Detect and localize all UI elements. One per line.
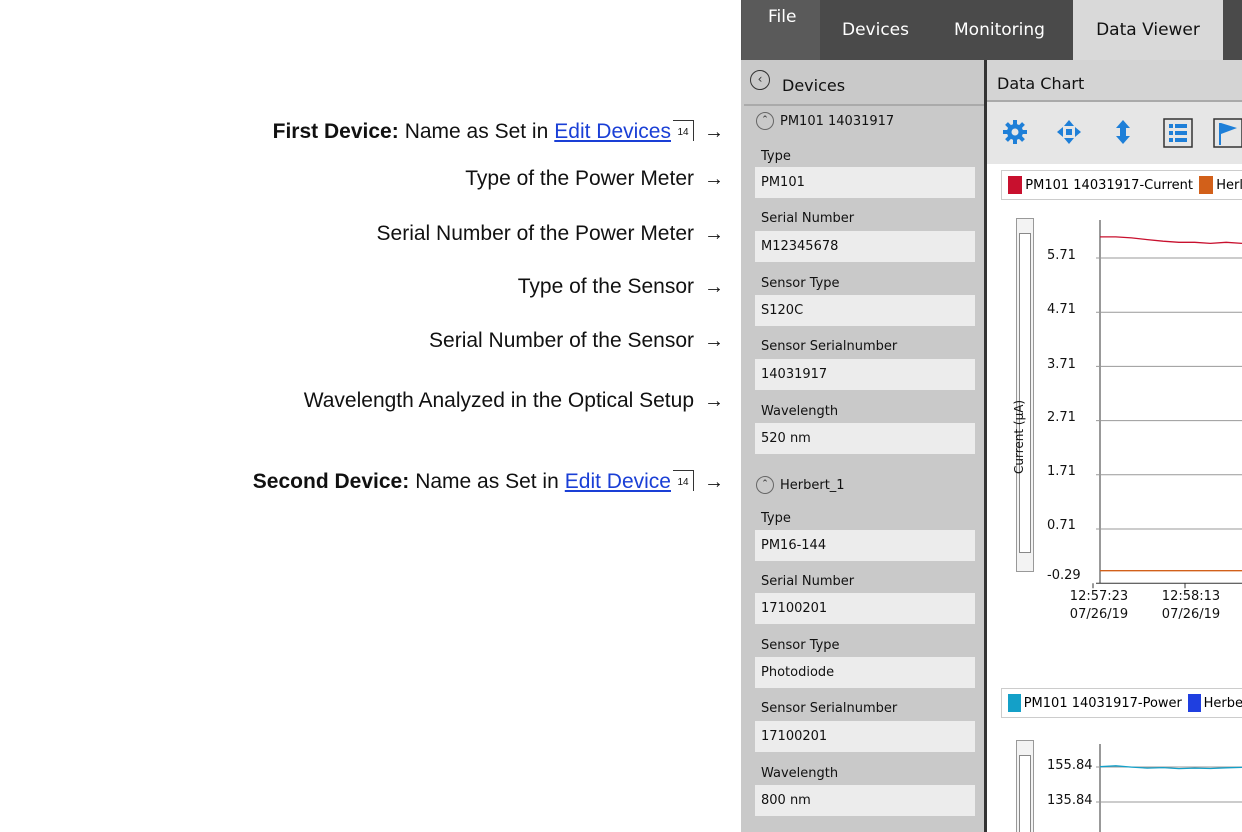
arrow-icon: → (704, 222, 724, 245)
field-label-wavelength: Wavelength (761, 404, 839, 419)
collapse-left-icon[interactable]: ‹ (750, 70, 770, 90)
current-chart: Current (µA) 5.71 4.71 3.71 2.71 1.71 0.… (1001, 200, 1242, 680)
x-tick-time: 12:57:23 (1069, 589, 1129, 604)
field-label-sensor-type: Sensor Type (761, 638, 840, 653)
vertical-zoom-icon[interactable] (1109, 118, 1137, 146)
menu-monitoring[interactable]: Monitoring (954, 0, 1045, 60)
field-label-sensor-serial: Sensor Serialnumber (761, 339, 898, 354)
field-label-serial: Serial Number (761, 211, 855, 226)
field-label-sensor-type: Sensor Type (761, 276, 840, 291)
chevron-up-icon[interactable]: ⌃ (756, 112, 774, 130)
field-value-serial: M12345678 (755, 231, 975, 262)
legend-label: Herl (1216, 177, 1242, 193)
field-label-sensor-serial: Sensor Serialnumber (761, 701, 898, 716)
data-chart-panel: Data Chart PM101 14031917-Current Herl C… (987, 60, 1242, 832)
annotation-text: Type of the Sensor (517, 275, 694, 298)
menu-devices[interactable]: Devices (842, 0, 909, 60)
devices-sidebar: ‹ Devices ⌃ PM101 14031917 Type PM101 Se… (744, 60, 987, 832)
field-value-sensor-type: S120C (755, 295, 975, 326)
x-tick: 12:57:23 07/26/19 (1064, 588, 1134, 624)
legend-swatch (1187, 694, 1201, 712)
device-name: Herbert_1 (780, 477, 845, 493)
arrow-icon: → (704, 275, 724, 298)
legend-label: PM101 14031917-Current (1025, 177, 1193, 193)
app-window: File Devices Monitoring Data Viewer ‹ De… (741, 0, 1242, 832)
annotation-wavelength: Wavelength Analyzed in the Optical Setup… (304, 389, 724, 413)
chart-toolbar (987, 102, 1242, 164)
x-tick-time: 12:58:13 (1161, 589, 1221, 604)
annotation-second-device: Second Device: Name as Set in Edit Devic… (252, 469, 724, 494)
menu-data-viewer[interactable]: Data Viewer (1073, 0, 1223, 60)
current-plot-area (1092, 220, 1242, 589)
annotation-text: Type of the Power Meter (465, 167, 694, 190)
field-label-type: Type (761, 149, 791, 164)
field-value-type: PM16-144 (755, 530, 975, 561)
settings-gear-icon[interactable] (1001, 118, 1029, 146)
device-header[interactable]: ⌃ Herbert_1 (756, 476, 845, 494)
field-value-type: PM101 (755, 167, 975, 198)
annotation-sensor-serial: Serial Number of the Sensor → (429, 329, 724, 353)
annotation-text: Serial Number of the Sensor (429, 329, 694, 352)
series-line (1100, 236, 1242, 245)
field-label-wavelength: Wavelength (761, 766, 839, 781)
power-chart-plot (1096, 744, 1242, 832)
annotation-bold: First Device: (272, 120, 399, 143)
legend-label: Herbe (1203, 695, 1242, 711)
page-ref-icon: 14 (673, 119, 694, 141)
legend-list-icon[interactable] (1163, 118, 1193, 148)
annotation-bold: Second Device: (252, 470, 410, 493)
menu-bar: File Devices Monitoring Data Viewer (741, 0, 1242, 60)
field-value-wavelength: 520 nm (755, 423, 975, 454)
panel-title: Data Chart (997, 74, 1085, 93)
edit-devices-link[interactable]: Edit Devices (554, 120, 671, 144)
arrow-icon: → (704, 389, 724, 412)
annotation-pm-serial: Serial Number of the Power Meter → (377, 222, 724, 246)
field-label-type: Type (761, 511, 791, 526)
menu-file[interactable]: File (742, 0, 820, 60)
arrow-icon: → (704, 470, 724, 493)
chevron-up-icon[interactable]: ⌃ (756, 476, 774, 494)
annotation-text: Name as Set in (415, 470, 559, 493)
device-name: PM101 14031917 (780, 113, 895, 129)
chart-legend: PM101 14031917-Power Herbe (1001, 688, 1242, 718)
edit-device-link[interactable]: Edit Device (565, 470, 671, 494)
pan-move-icon[interactable] (1055, 118, 1083, 146)
annotation-sensor-type: Type of the Sensor → (518, 275, 724, 299)
field-value-wavelength: 800 nm (755, 785, 975, 816)
power-chart: 155.84 135.84 (1001, 718, 1242, 832)
sidebar-title: Devices (782, 76, 846, 95)
page-ref-icon: 14 (673, 469, 694, 491)
arrow-icon: → (704, 120, 724, 143)
annotation-text: Wavelength Analyzed in the Optical Setup (303, 389, 694, 412)
chart-legend: PM101 14031917-Current Herl (1001, 170, 1242, 200)
arrow-icon: → (704, 167, 724, 190)
field-label-serial: Serial Number (761, 574, 855, 589)
arrow-icon: → (704, 329, 724, 352)
annotation-text: Name as Set in (404, 120, 549, 143)
sidebar-header: ‹ Devices (744, 68, 984, 106)
legend-swatch (1008, 176, 1023, 194)
flag-marker-icon[interactable] (1213, 118, 1242, 148)
legend-swatch (1008, 694, 1021, 712)
legend-label: PM101 14031917-Power (1023, 695, 1182, 711)
x-tick-date: 07/26/19 (1069, 607, 1129, 622)
legend-swatch (1198, 176, 1214, 194)
device-header[interactable]: ⌃ PM101 14031917 (756, 112, 894, 130)
field-value-serial: 17100201 (755, 593, 975, 624)
field-value-sensor-serial: 17100201 (755, 721, 975, 752)
annotation-pm-type: Type of the Power Meter → (465, 167, 724, 191)
panel-header: Data Chart (987, 60, 1242, 102)
x-tick-date: 07/26/19 (1161, 607, 1221, 622)
field-value-sensor-type: Photodiode (755, 657, 975, 688)
power-plot-area (1096, 744, 1242, 832)
annotation-text: Serial Number of the Power Meter (376, 222, 694, 245)
x-tick: 12:58:13 07/26/19 (1156, 588, 1226, 624)
field-value-sensor-serial: 14031917 (755, 359, 975, 390)
annotation-first-device: First Device: Name as Set in Edit Device… (272, 119, 724, 144)
